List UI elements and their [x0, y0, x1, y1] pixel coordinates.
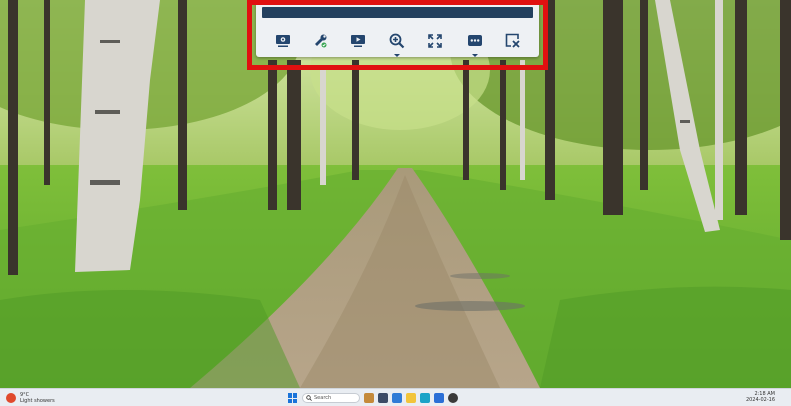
clock-date: 2024-02-16 — [745, 397, 775, 403]
search-icon — [306, 395, 312, 401]
taskbar-search[interactable]: Search — [302, 393, 360, 403]
weather-description: Light showers — [20, 398, 55, 404]
weather-icon — [6, 393, 16, 403]
highlight-annotation-box — [247, 0, 548, 70]
search-placeholder: Search — [314, 395, 332, 401]
widgets-icon[interactable] — [364, 393, 374, 403]
app-icon[interactable] — [448, 393, 458, 403]
taskbar: 9°C Light showers Search 2:18 AM 2024-02… — [0, 388, 791, 406]
app-icon[interactable] — [392, 393, 402, 403]
system-clock[interactable]: 2:18 AM 2024-02-16 — [746, 391, 775, 403]
edge-browser-icon[interactable] — [420, 393, 430, 403]
weather-widget[interactable]: 9°C Light showers — [6, 391, 55, 405]
start-button[interactable] — [288, 393, 298, 403]
taskbar-apps: Search — [288, 391, 458, 405]
task-view-icon[interactable] — [378, 393, 388, 403]
file-explorer-icon[interactable] — [406, 393, 416, 403]
mail-icon[interactable] — [434, 393, 444, 403]
